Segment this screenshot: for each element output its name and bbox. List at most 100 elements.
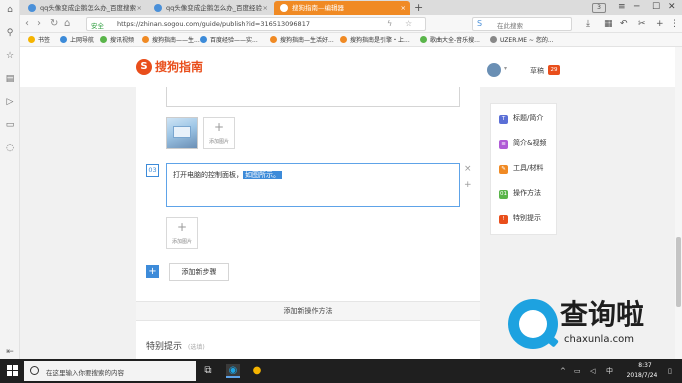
maximize-icon[interactable]: ☐ [652, 0, 660, 15]
nav-item-steps[interactable]: 01 操作方法 [499, 187, 541, 199]
bookmark-item[interactable]: 搜讯视频 [100, 35, 134, 44]
minimize-icon[interactable]: ─ [634, 0, 639, 15]
bookmark-item[interactable]: 搜狗指南—生活好... [270, 35, 334, 44]
tips-section-title: 特别提示 [146, 342, 183, 352]
close-tab-icon[interactable]: × [137, 1, 142, 15]
tips-optional-label: (选填) [188, 344, 205, 351]
star-icon[interactable]: ☆ [4, 50, 16, 62]
secure-label: 安全 [91, 22, 104, 30]
camera-icon[interactable]: ▭ [4, 119, 16, 131]
close-window-icon[interactable]: ✕ [668, 0, 676, 15]
plus-icon[interactable]: + [656, 18, 664, 30]
lightning-icon[interactable]: ϟ [387, 19, 392, 28]
ime-icon[interactable]: 中 [606, 365, 613, 377]
video-icon[interactable]: ▷ [4, 96, 16, 108]
baidu-favicon-icon [154, 4, 162, 12]
nav-item-intro[interactable]: ≡ 简介&视频 [499, 137, 546, 149]
home-nav-icon[interactable]: ⌂ [64, 18, 70, 30]
plus-icon: + [213, 120, 225, 134]
step-text-selection: 如图所示。 [243, 171, 282, 179]
bookmark-item[interactable]: 搜狗指南——生... [142, 35, 200, 44]
home-icon[interactable]: ⌂ [4, 4, 16, 16]
sogou-browser-taskbar-icon[interactable]: ◉ [226, 364, 240, 378]
avatar[interactable] [487, 63, 501, 77]
watermark-brand: 查询啦 [560, 298, 645, 331]
bookmark-item[interactable]: 百度经验——实... [200, 35, 258, 44]
draft-count-badge: 29 [548, 65, 560, 75]
sogou-favicon-icon [280, 4, 288, 12]
undo-icon[interactable]: ↶ [620, 18, 628, 30]
tab-sogou-editor[interactable]: 搜狗指南—编辑器 × [274, 1, 410, 15]
download-icon[interactable]: ⤓ [586, 18, 590, 30]
chrome-taskbar-icon[interactable]: ● [250, 364, 264, 378]
taskbar: 在这里输入你要搜索的内容 ⧉ ◉ ● ^ ▭ ◁ 中 8:37 2018/7/2… [0, 359, 682, 383]
tab-label: qq头像变成企鹅怎么办_百度搜索 [40, 4, 137, 12]
insert-step-icon[interactable]: + [464, 180, 472, 190]
chat-icon[interactable]: ◌ [4, 142, 16, 154]
add-image-button[interactable]: + 添加图片 [203, 117, 235, 149]
sogou-search-icon: S [477, 19, 483, 28]
windows-start-icon[interactable] [7, 365, 19, 377]
bookmark-item[interactable]: 搜狗指南是引擎・上... [340, 35, 410, 44]
step-text-input[interactable]: 打开电脑的控制面板， 如图所示。 [166, 163, 460, 207]
screenshot-window-icon [173, 126, 191, 138]
taskbar-search-input[interactable]: 在这里输入你要搜索的内容 [24, 361, 196, 381]
task-view-icon[interactable]: ⧉ [201, 364, 215, 378]
scissors-icon[interactable]: ✂ [638, 18, 646, 30]
section-nav: T 标题/简介 ≡ 简介&视频 ✎ 工具/材料 01 操作方法 ! 特别提示 [490, 103, 557, 235]
forward-icon[interactable]: › [37, 18, 41, 30]
add-image-button[interactable]: + 添加图片 [166, 217, 198, 249]
url-field[interactable]: 安全 https://zhinan.sogou.com/guide/publis… [86, 17, 426, 31]
sogou-favicon-icon [270, 36, 277, 43]
close-tab-icon[interactable]: × [263, 1, 268, 15]
tray-up-icon[interactable]: ^ [560, 365, 566, 377]
volume-icon[interactable]: ◁ [590, 365, 595, 377]
link-icon [490, 36, 497, 43]
more-icon[interactable]: ⋮ [670, 18, 679, 30]
address-bar: ‹ › ↻ ⌂ 安全 https://zhinan.sogou.com/guid… [20, 15, 682, 33]
bookmark-star-icon[interactable]: ☆ [405, 19, 412, 28]
back-icon[interactable]: ‹ [25, 18, 29, 30]
search-icon[interactable]: ⚲ [4, 27, 16, 39]
draft-link[interactable]: 草稿 [530, 66, 544, 76]
globe-icon [60, 36, 67, 43]
search-placeholder: 在此搜索 [497, 22, 523, 30]
tab-baidu-search[interactable]: qq头像变成企鹅怎么办_百度搜索 × [22, 1, 146, 15]
bookmark-item[interactable]: UZER.ME ~ 您的... [490, 35, 554, 44]
bookmark-item[interactable]: 书签 [28, 35, 50, 44]
video-icon [100, 36, 107, 43]
add-method-button[interactable]: 添加新操作方法 [136, 301, 480, 321]
notification-icon[interactable]: ▯ [668, 365, 672, 377]
sogou-favicon-icon [340, 36, 347, 43]
network-icon[interactable]: ▭ [574, 365, 581, 377]
tab-count-badge[interactable]: 3 [592, 3, 606, 13]
chevron-down-icon[interactable]: ▾ [504, 65, 507, 72]
add-step-button[interactable]: 添加新步骤 [169, 263, 229, 281]
previous-step-textbox[interactable] [166, 87, 460, 107]
delete-step-icon[interactable]: × [464, 164, 472, 174]
close-tab-icon[interactable]: × [401, 1, 406, 15]
tab-baidu-jingyan[interactable]: qq头像变成企鹅怎么办_百度经验 × [148, 1, 272, 15]
collapse-sidebar-icon[interactable]: ⇤ [4, 346, 16, 358]
tips-icon: ! [499, 215, 508, 224]
tab-label: qq头像变成企鹅怎么办_百度经验 [166, 4, 263, 12]
menu-icon[interactable]: ≡ [618, 0, 626, 15]
new-tab-icon[interactable]: + [414, 0, 423, 15]
nav-item-tips[interactable]: ! 特别提示 [499, 212, 541, 224]
nav-item-tools[interactable]: ✎ 工具/材料 [499, 162, 543, 174]
search-input[interactable]: S 在此搜索 [472, 17, 572, 31]
clock-date[interactable]: 2018/7/24 [622, 372, 662, 379]
step-number: 03 [146, 164, 159, 177]
title-icon: T [499, 115, 508, 124]
nav-item-title[interactable]: T 标题/简介 [499, 112, 543, 124]
step-image-thumbnail[interactable] [166, 117, 198, 149]
plus-icon: + [176, 220, 188, 234]
clock-time[interactable]: 8:37 [630, 362, 660, 369]
bookmark-item[interactable]: 上网导航 [60, 35, 94, 44]
add-step-icon[interactable]: + [146, 265, 159, 278]
grid-icon[interactable]: ▦ [604, 18, 613, 30]
bookmark-item[interactable]: 歌曲大全-音乐搜... [420, 35, 480, 44]
reader-icon[interactable]: ▤ [4, 73, 16, 85]
reload-icon[interactable]: ↻ [50, 18, 58, 30]
tab-label: 搜狗指南—编辑器 [292, 4, 344, 12]
